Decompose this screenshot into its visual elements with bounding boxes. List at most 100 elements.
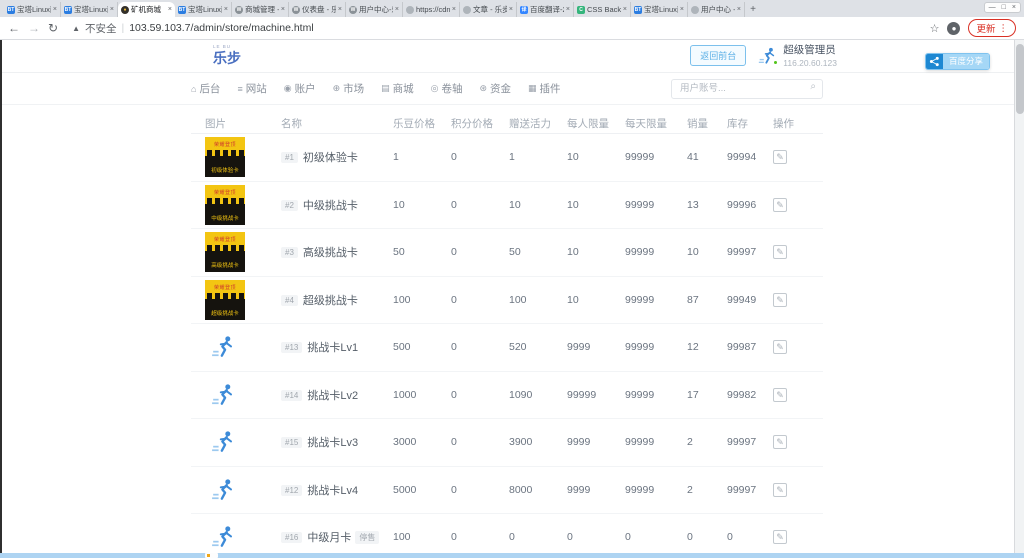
product-id-badge: #2 (281, 200, 298, 211)
tab-close-icon[interactable]: × (224, 6, 228, 13)
globe-icon (463, 6, 471, 14)
search-icon[interactable]: ⌕ (810, 81, 816, 92)
close-icon[interactable]: × (1012, 4, 1016, 11)
taskbar-app-icon[interactable] (205, 553, 218, 558)
browser-tab[interactable]: BT宝塔Linux面× (175, 2, 232, 17)
cell-value: 0 (727, 531, 773, 543)
table-row: 荣耀登顶中级挑战卡#2中级挑战卡1001010999991399996✎ (191, 182, 823, 230)
tab-title: 用户中心-乐 (359, 4, 393, 15)
browser-tab[interactable]: 用户中心 - 1× (688, 2, 745, 17)
tab-close-icon[interactable]: × (168, 6, 172, 13)
column-header: 图片 (191, 116, 281, 131)
edit-button[interactable]: ✎ (773, 388, 787, 402)
tab-close-icon[interactable]: × (509, 6, 513, 13)
tab-close-icon[interactable]: × (338, 6, 342, 13)
product-card-image: 荣耀登顶中级挑战卡 (205, 185, 245, 225)
cell-value: 0 (509, 531, 567, 543)
browser-tab[interactable]: BT宝塔Linux面× (631, 2, 688, 17)
back-to-frontend-button[interactable]: 返回前台 (690, 45, 746, 66)
browser-profile-icon[interactable]: ● (947, 22, 960, 35)
chrome-update-button[interactable]: 更新 ⋮ (968, 19, 1016, 37)
menu-item-卷轴[interactable]: ◎卷轴 (431, 81, 463, 96)
forward-icon[interactable]: → (28, 22, 40, 34)
bookmark-star-icon[interactable]: ☆ (930, 22, 940, 35)
url-text: 103.59.103.7/admin/store/machine.html (129, 22, 313, 34)
tab-close-icon[interactable]: × (566, 6, 570, 13)
browser-tab[interactable]: W商城管理 - 3× (232, 2, 289, 17)
product-card-image: 荣耀登顶超级挑战卡 (205, 280, 245, 320)
tab-title: CSS Backgr (587, 5, 621, 14)
menu-item-商城[interactable]: ▤商城 (381, 81, 414, 96)
card-label-text: 中级挑战卡 (211, 214, 239, 225)
browser-tab[interactable]: https://cdn× (403, 2, 460, 17)
bt-panel-icon: BT (7, 6, 15, 14)
css-icon: C (577, 6, 585, 14)
scrollbar-thumb[interactable] (1016, 44, 1024, 114)
address-bar[interactable]: ▲ 不安全 | 103.59.103.7/admin/store/machine… (66, 21, 922, 36)
tab-close-icon[interactable]: × (281, 6, 285, 13)
menu-item-label: 账户 (295, 81, 316, 96)
tab-close-icon[interactable]: × (53, 6, 57, 13)
menu-item-账户[interactable]: ◉账户 (284, 81, 316, 96)
menu-item-网站[interactable]: ≡网站 (237, 81, 266, 96)
back-icon[interactable]: ← (8, 22, 20, 34)
cell-value: 17 (687, 389, 727, 401)
baidu-share-float-button[interactable]: 百度分享 (925, 53, 990, 70)
page-scrollbar[interactable] (1014, 40, 1024, 553)
logo-text: 乐步 (213, 50, 241, 66)
cell-value: 0 (451, 246, 509, 258)
tab-close-icon[interactable]: × (737, 6, 741, 13)
table-row: #12挑战卡Lv4500008000999999999299997✎ (191, 467, 823, 515)
product-name: 挑战卡Lv4 (307, 485, 358, 497)
admin-account[interactable]: 超级管理员 116.20.60.123 (758, 44, 837, 68)
table-row: #15挑战卡Lv3300003900999999999299997✎ (191, 419, 823, 467)
edit-button[interactable]: ✎ (773, 530, 787, 544)
menu-item-后台[interactable]: ⌂后台 (191, 81, 220, 96)
bt-panel-icon: BT (64, 6, 72, 14)
menu-item-插件[interactable]: ▦插件 (528, 81, 561, 96)
edit-button[interactable]: ✎ (773, 245, 787, 259)
edit-button[interactable]: ✎ (773, 435, 787, 449)
share-nodes-icon (926, 54, 943, 69)
minimize-icon[interactable]: — (989, 4, 996, 11)
browser-tab[interactable]: 文章 - 乐步× (460, 2, 517, 17)
browser-tab[interactable]: ●矿机商城× (118, 2, 175, 17)
restore-icon[interactable]: □ (1002, 4, 1006, 11)
edit-button[interactable]: ✎ (773, 340, 787, 354)
site-icon: ● (121, 6, 129, 14)
menu-item-资金[interactable]: ⊛资金 (479, 81, 511, 96)
tab-close-icon[interactable]: × (110, 6, 114, 13)
browser-tab[interactable]: W用户中心-乐× (346, 2, 403, 17)
browser-tab[interactable]: BT宝塔Linux面× (61, 2, 118, 17)
tab-close-icon[interactable]: × (395, 6, 399, 13)
taskbar-edge (0, 553, 1024, 558)
float-button-label: 百度分享 (943, 54, 989, 69)
site-logo[interactable]: LE BU 乐步 (191, 45, 241, 67)
globe-icon (691, 6, 699, 14)
column-header: 库存 (727, 116, 773, 131)
edit-button[interactable]: ✎ (773, 150, 787, 164)
cell-value: 10 (567, 151, 625, 163)
browser-tab[interactable]: 译百度翻译-20× (517, 2, 574, 17)
search-input[interactable] (671, 79, 823, 99)
tab-close-icon[interactable]: × (680, 6, 684, 13)
edit-button[interactable]: ✎ (773, 198, 787, 212)
cell-value: 0 (451, 199, 509, 211)
cell-value: 10 (567, 294, 625, 306)
new-tab-button[interactable]: + (745, 2, 761, 17)
admin-avatar-runner-icon (758, 46, 778, 66)
column-header: 名称 (281, 116, 393, 131)
menu-item-市场[interactable]: ⊕市场 (333, 81, 365, 96)
runner-icon (211, 334, 237, 360)
edit-button[interactable]: ✎ (773, 483, 787, 497)
browser-tab[interactable]: CCSS Backgr× (574, 2, 631, 17)
browser-tab[interactable]: BT宝塔Linux面× (4, 2, 61, 17)
tab-close-icon[interactable]: × (623, 6, 627, 13)
cell-value: 99999 (625, 341, 687, 353)
browser-tab[interactable]: W仪表盘 - 乐× (289, 2, 346, 17)
card-top-text: 荣耀登顶 (205, 141, 245, 148)
reload-icon[interactable]: ↻ (48, 22, 58, 34)
edit-button[interactable]: ✎ (773, 293, 787, 307)
cell-value: 100 (509, 294, 567, 306)
tab-close-icon[interactable]: × (452, 6, 456, 13)
